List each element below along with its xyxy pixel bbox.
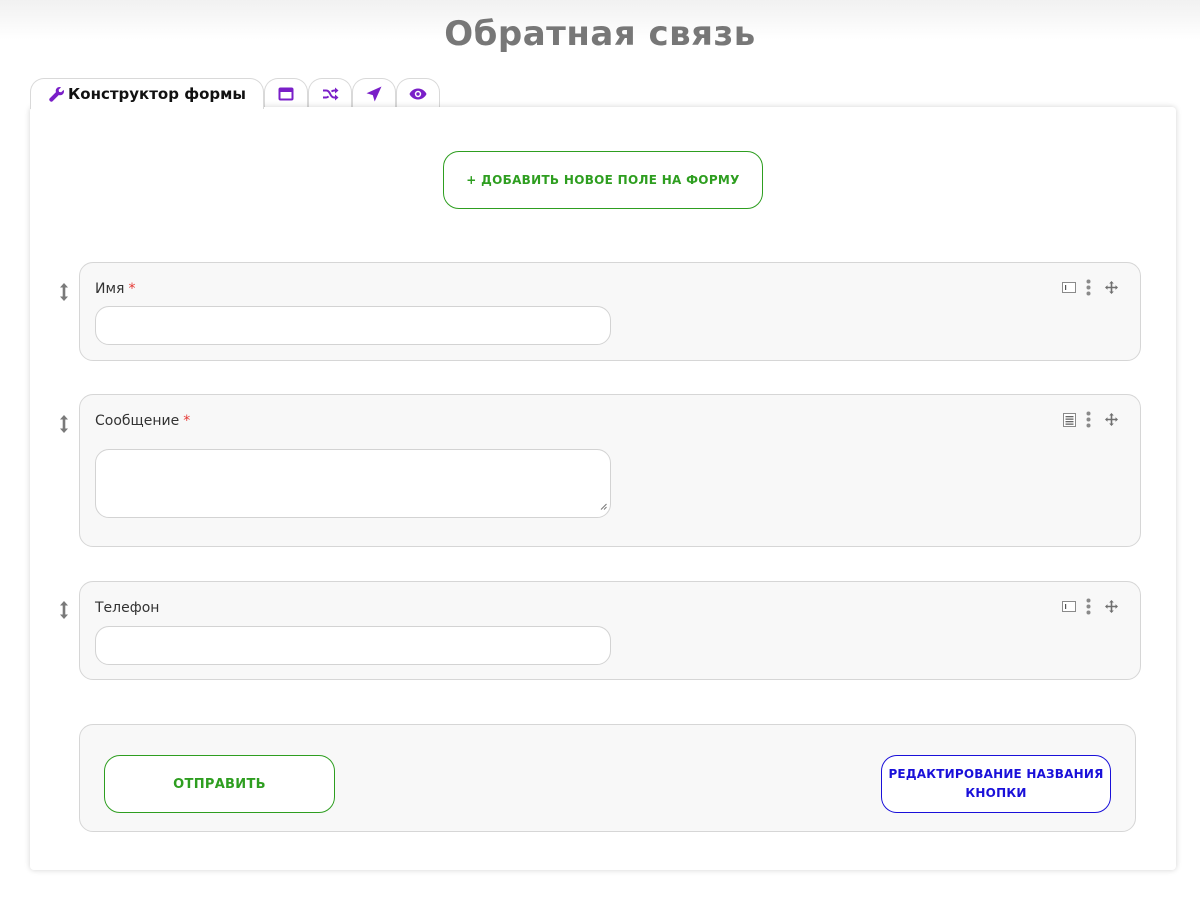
more-options-icon[interactable] xyxy=(1086,598,1091,615)
move-icon[interactable] xyxy=(1105,413,1118,426)
shuffle-icon xyxy=(322,87,339,101)
field-card-name: Имя * xyxy=(79,262,1141,361)
reorder-handle-icon[interactable] xyxy=(58,600,70,620)
required-mark: * xyxy=(128,281,136,297)
move-icon[interactable] xyxy=(1105,281,1118,294)
field-label: Телефон xyxy=(95,600,163,616)
submit-area: ОТПРАВИТЬ РЕДАКТИРОВАНИЕ НАЗВАНИЯ КНОПКИ xyxy=(79,724,1136,832)
message-textarea[interactable] xyxy=(95,449,611,518)
field-label-text: Имя xyxy=(95,281,125,297)
field-label-text: Сообщение xyxy=(95,413,180,429)
tab-window[interactable] xyxy=(264,78,308,109)
page-title: Обратная связь xyxy=(444,14,756,54)
add-field-button[interactable]: + ДОБАВИТЬ НОВОЕ ПОЛЕ НА ФОРМУ xyxy=(443,151,763,209)
textarea-type-icon[interactable] xyxy=(1063,412,1076,427)
location-arrow-icon xyxy=(366,86,382,102)
input-type-icon[interactable] xyxy=(1062,282,1076,293)
more-options-icon[interactable] xyxy=(1086,279,1091,296)
form-builder-panel: + ДОБАВИТЬ НОВОЕ ПОЛЕ НА ФОРМУ Имя * Соо… xyxy=(30,107,1176,870)
tab-location[interactable] xyxy=(352,78,396,109)
required-mark: * xyxy=(183,413,191,429)
input-type-icon[interactable] xyxy=(1062,601,1076,612)
submit-button[interactable]: ОТПРАВИТЬ xyxy=(104,755,335,813)
wrench-icon xyxy=(48,86,65,103)
field-card-phone: Телефон xyxy=(79,581,1141,680)
tab-form-builder-label: Конструктор формы xyxy=(68,85,246,103)
reorder-handle-icon[interactable] xyxy=(58,414,70,434)
field-label: Сообщение * xyxy=(95,413,190,429)
field-tools xyxy=(1053,411,1118,428)
eye-icon xyxy=(409,88,427,100)
rename-button-button[interactable]: РЕДАКТИРОВАНИЕ НАЗВАНИЯ КНОПКИ xyxy=(881,755,1111,813)
tab-preview[interactable] xyxy=(396,78,440,109)
phone-input[interactable] xyxy=(95,626,611,665)
reorder-handle-icon[interactable] xyxy=(58,282,70,302)
field-tools xyxy=(1052,598,1118,615)
window-icon xyxy=(278,87,294,101)
field-card-message: Сообщение * xyxy=(79,394,1141,547)
tab-shuffle[interactable] xyxy=(308,78,352,109)
resize-grip-icon[interactable] xyxy=(600,495,607,514)
tab-form-builder[interactable]: Конструктор формы xyxy=(30,78,264,109)
name-input[interactable] xyxy=(95,306,611,345)
field-label-text: Телефон xyxy=(95,600,160,616)
field-label: Имя * xyxy=(95,281,135,297)
field-tools xyxy=(1052,279,1118,296)
move-icon[interactable] xyxy=(1105,600,1118,613)
more-options-icon[interactable] xyxy=(1086,411,1091,428)
